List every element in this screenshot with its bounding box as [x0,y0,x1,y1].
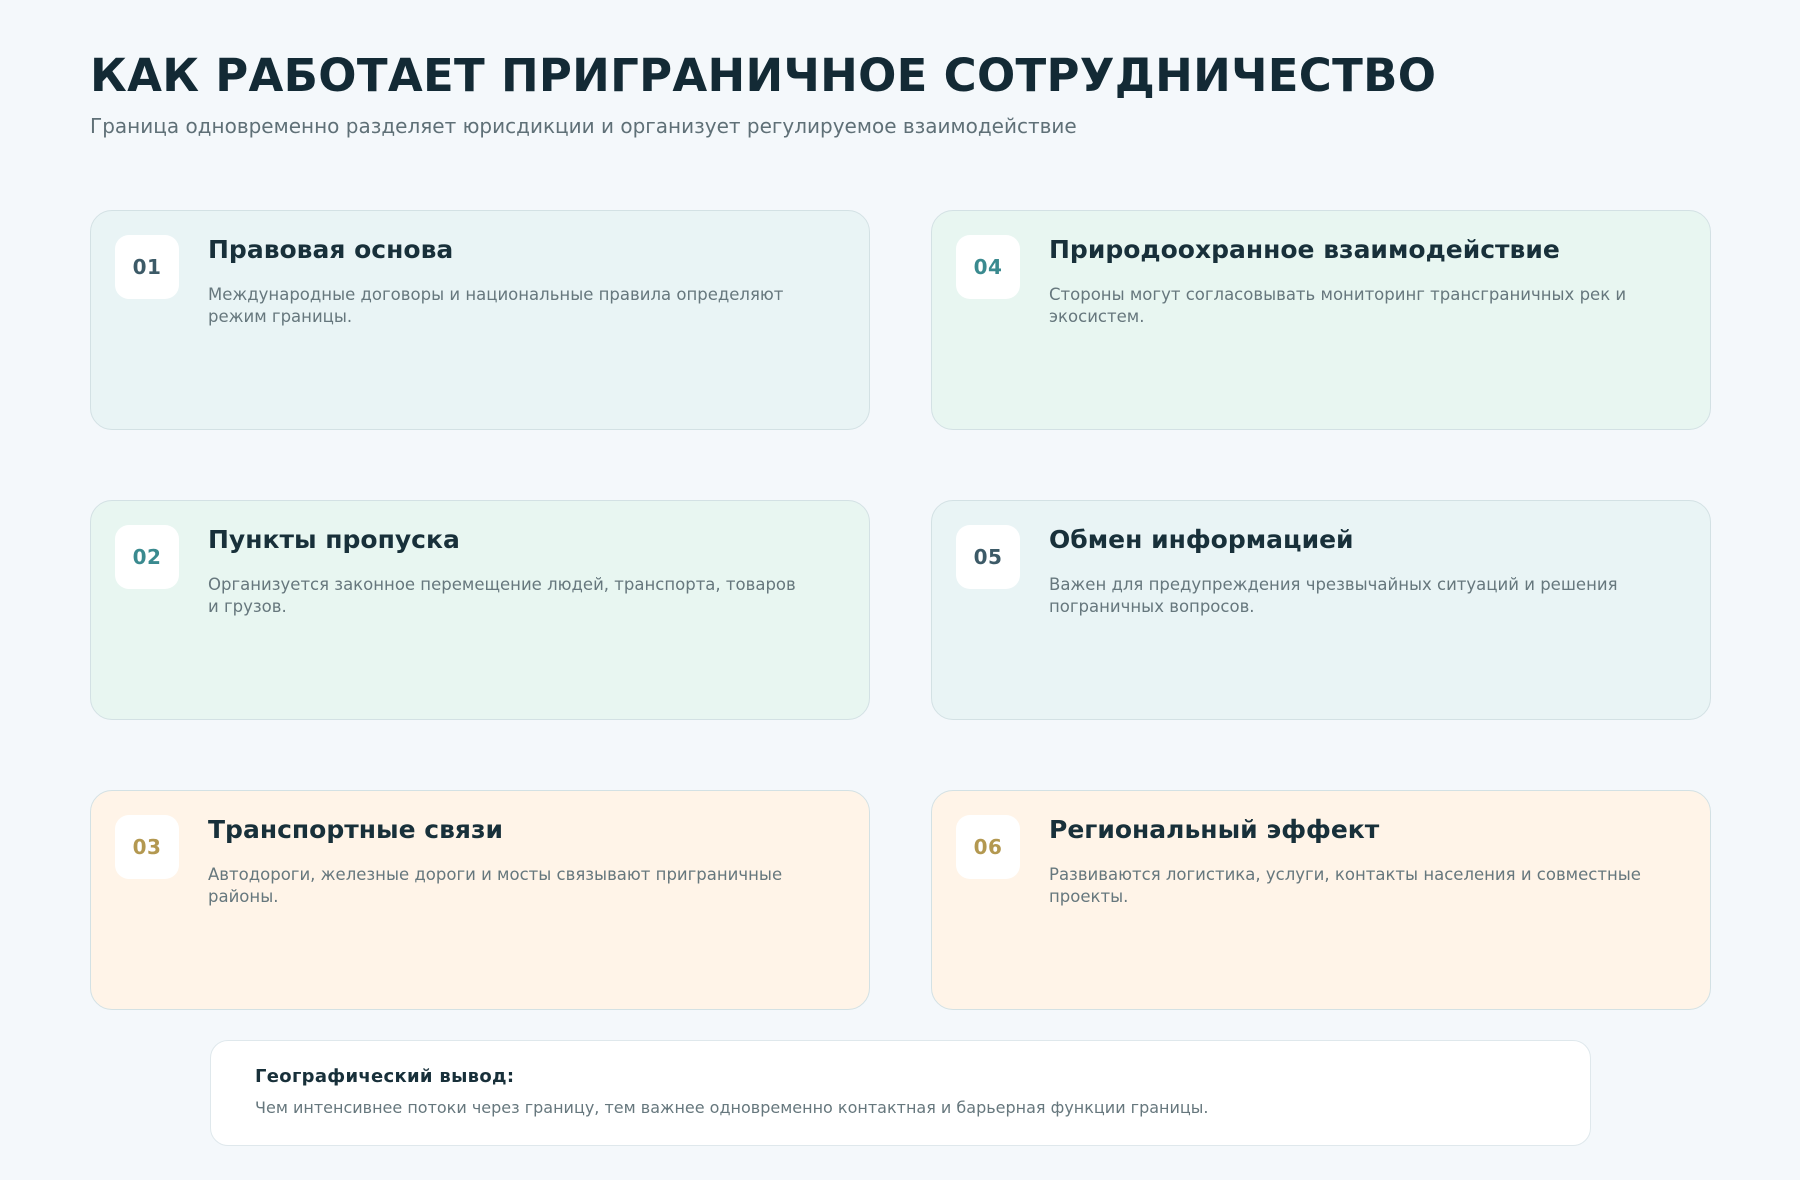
card-transport-links: 03 Транспортные связи Автодороги, железн… [90,790,870,1010]
card-number-badge: 04 [956,235,1020,299]
conclusion-box: Географический вывод: Чем интенсивнее по… [210,1040,1591,1146]
card-information-exchange: 05 Обмен информацией Важен для предупреж… [931,500,1711,720]
card-number-badge: 01 [115,235,179,299]
card-number-badge: 03 [115,815,179,879]
card-checkpoints: 02 Пункты пропуска Организуется законное… [90,500,870,720]
card-title: Пункты пропуска [208,525,460,554]
header: КАК РАБОТАЕТ ПРИГРАНИЧНОЕ СОТРУДНИЧЕСТВО… [90,46,1710,140]
card-title: Правовая основа [208,235,454,264]
page-subtitle: Граница одновременно разделяет юрисдикци… [90,114,1077,138]
card-legal-basis: 01 Правовая основа Международные договор… [90,210,870,430]
card-text: Развиваются логистика, услуги, контакты … [1049,865,1641,906]
card-text: Важен для предупреждения чрезвычайных си… [1049,575,1618,616]
card-title: Региональный эффект [1049,815,1380,844]
card-number-badge: 06 [956,815,1020,879]
card-title: Природоохранное взаимодействие [1049,235,1560,264]
card-environmental-cooperation: 04 Природоохранное взаимодействие Сторон… [931,210,1711,430]
card-text: Международные договоры и национальные пр… [208,285,784,326]
card-title: Обмен информацией [1049,525,1354,554]
cards-grid: 01 Правовая основа Международные договор… [90,210,1711,1010]
card-text: Организуется законное перемещение людей,… [208,575,796,616]
card-number-badge: 02 [115,525,179,589]
card-number-badge: 05 [956,525,1020,589]
card-title: Транспортные связи [208,815,504,844]
conclusion-text: Чем интенсивнее потоки через границу, те… [255,1098,1209,1117]
card-text: Автодороги, железные дороги и мосты связ… [208,865,783,906]
page-title: КАК РАБОТАЕТ ПРИГРАНИЧНОЕ СОТРУДНИЧЕСТВО [90,49,1437,102]
card-regional-effect: 06 Региональный эффект Развиваются логис… [931,790,1711,1010]
conclusion-title: Географический вывод: [255,1066,515,1087]
card-text: Стороны могут согласовывать мониторинг т… [1049,285,1627,326]
